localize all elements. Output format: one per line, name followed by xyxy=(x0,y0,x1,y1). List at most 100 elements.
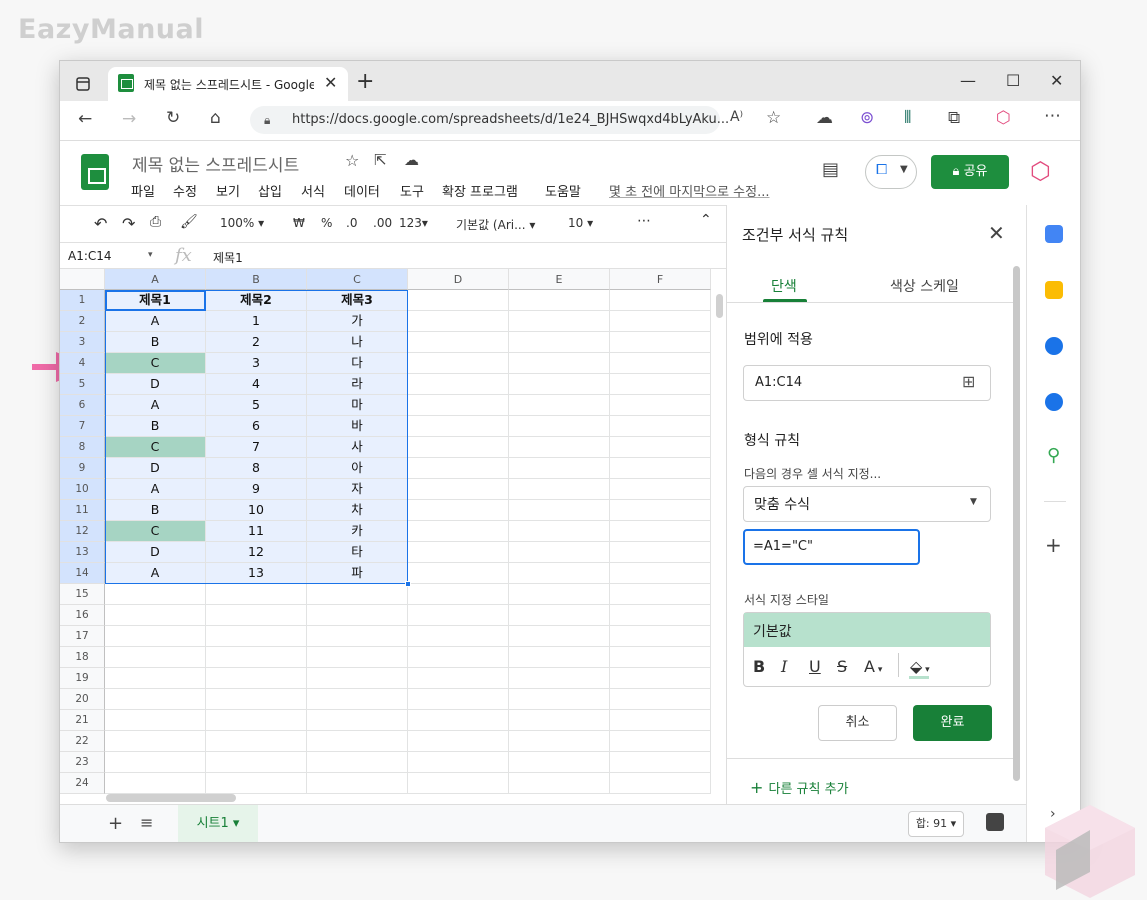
cell[interactable] xyxy=(408,710,509,731)
cell[interactable]: C xyxy=(105,353,206,374)
star-icon[interactable]: ☆ xyxy=(345,151,359,170)
cell[interactable] xyxy=(610,668,711,689)
cell[interactable] xyxy=(307,626,408,647)
cell[interactable]: 6 xyxy=(206,416,307,437)
row-header[interactable]: 15 xyxy=(60,584,105,605)
row-header[interactable]: 10 xyxy=(60,479,105,500)
cell[interactable] xyxy=(610,710,711,731)
cell[interactable] xyxy=(105,647,206,668)
fill-color-icon[interactable]: ⬙ ▾ xyxy=(910,657,930,676)
cell[interactable] xyxy=(509,521,610,542)
cell[interactable] xyxy=(509,458,610,479)
cell[interactable] xyxy=(610,521,711,542)
cell[interactable] xyxy=(105,626,206,647)
cell[interactable] xyxy=(610,479,711,500)
cell[interactable]: 바 xyxy=(307,416,408,437)
cell[interactable] xyxy=(509,437,610,458)
cell[interactable] xyxy=(509,311,610,332)
forward-icon[interactable]: → xyxy=(122,109,136,129)
tab-single-color[interactable]: 단색 xyxy=(771,276,797,296)
menu-help[interactable]: 도움말 xyxy=(545,181,581,200)
formula-input[interactable]: 제목1 xyxy=(213,249,243,266)
cell[interactable] xyxy=(610,689,711,710)
cell[interactable] xyxy=(105,710,206,731)
menu-tools[interactable]: 도구 xyxy=(400,181,424,200)
cell[interactable]: A xyxy=(105,311,206,332)
row-header[interactable]: 22 xyxy=(60,731,105,752)
cell[interactable] xyxy=(408,311,509,332)
cell[interactable] xyxy=(509,626,610,647)
cell[interactable] xyxy=(610,752,711,773)
add-rule-button[interactable]: + 다른 규칙 추가 xyxy=(750,778,849,797)
row-header[interactable]: 7 xyxy=(60,416,105,437)
cell[interactable] xyxy=(610,626,711,647)
cloud-icon[interactable]: ☁ xyxy=(816,108,833,128)
cell[interactable] xyxy=(610,437,711,458)
present-button[interactable]: ⧠ ▼ xyxy=(865,155,917,189)
cell[interactable]: D xyxy=(105,458,206,479)
cell[interactable] xyxy=(408,332,509,353)
cell[interactable]: B xyxy=(105,500,206,521)
cell[interactable]: B xyxy=(105,416,206,437)
cell[interactable]: 제목2 xyxy=(206,290,307,311)
maximize-icon[interactable]: ☐ xyxy=(1006,71,1020,90)
cell[interactable] xyxy=(509,563,610,584)
cell[interactable]: 사 xyxy=(307,437,408,458)
cell[interactable] xyxy=(408,290,509,311)
paint-format-icon[interactable]: 🖌︎ xyxy=(180,214,198,230)
row-header[interactable]: 4 xyxy=(60,353,105,374)
cell[interactable]: 자 xyxy=(307,479,408,500)
cell[interactable]: 나 xyxy=(307,332,408,353)
cell[interactable] xyxy=(509,395,610,416)
cell[interactable] xyxy=(408,500,509,521)
zoom-select[interactable]: 100% ▾ xyxy=(220,216,264,230)
row-header[interactable]: 1 xyxy=(60,290,105,311)
sum-box[interactable]: 합: 91 ▾ xyxy=(908,811,964,837)
cell[interactable]: 다 xyxy=(307,353,408,374)
cell[interactable] xyxy=(509,353,610,374)
row-header[interactable]: 21 xyxy=(60,710,105,731)
browser-menu-icon[interactable]: ⋯ xyxy=(1044,106,1061,126)
cell[interactable] xyxy=(206,605,307,626)
cell[interactable]: A xyxy=(105,479,206,500)
cell[interactable] xyxy=(408,458,509,479)
all-sheets-icon[interactable]: ≡ xyxy=(140,813,153,832)
row-header[interactable]: 20 xyxy=(60,689,105,710)
cell[interactable] xyxy=(610,563,711,584)
bold-button[interactable]: B xyxy=(753,657,765,676)
cell[interactable] xyxy=(105,773,206,794)
cell[interactable] xyxy=(408,584,509,605)
comments-icon[interactable]: ▤ xyxy=(822,159,839,180)
cell[interactable] xyxy=(105,689,206,710)
cell[interactable]: 3 xyxy=(206,353,307,374)
strikethrough-button[interactable]: S xyxy=(837,657,847,676)
share-button[interactable]: 🔒︎ 공유 xyxy=(931,155,1009,189)
vertical-scrollbar[interactable] xyxy=(716,294,723,318)
contacts-icon[interactable] xyxy=(1045,393,1063,411)
cell[interactable] xyxy=(307,647,408,668)
account-avatar[interactable]: ⬡ xyxy=(1030,157,1051,185)
name-box-dropdown-icon[interactable]: ▾ xyxy=(148,250,153,260)
cell[interactable]: 5 xyxy=(206,395,307,416)
cell[interactable] xyxy=(408,647,509,668)
maps-icon[interactable]: ⚲ xyxy=(1047,445,1060,466)
underline-button[interactable]: U xyxy=(809,657,821,676)
fill-handle[interactable] xyxy=(405,581,411,587)
row-header[interactable]: 14 xyxy=(60,563,105,584)
cell[interactable] xyxy=(509,584,610,605)
cell[interactable] xyxy=(610,395,711,416)
cell[interactable] xyxy=(408,731,509,752)
cell[interactable] xyxy=(610,311,711,332)
row-header[interactable]: 16 xyxy=(60,605,105,626)
cell[interactable] xyxy=(610,605,711,626)
cell[interactable]: 타 xyxy=(307,542,408,563)
row-header[interactable]: 11 xyxy=(60,500,105,521)
cell[interactable] xyxy=(509,290,610,311)
new-tab-icon[interactable]: + xyxy=(356,69,374,94)
cell[interactable] xyxy=(408,521,509,542)
lock-icon[interactable]: 🔒︎ xyxy=(264,113,270,128)
cell[interactable]: C xyxy=(105,521,206,542)
italic-button[interactable]: I xyxy=(781,657,787,676)
reload-icon[interactable]: ↻ xyxy=(166,108,180,128)
cell[interactable] xyxy=(206,647,307,668)
